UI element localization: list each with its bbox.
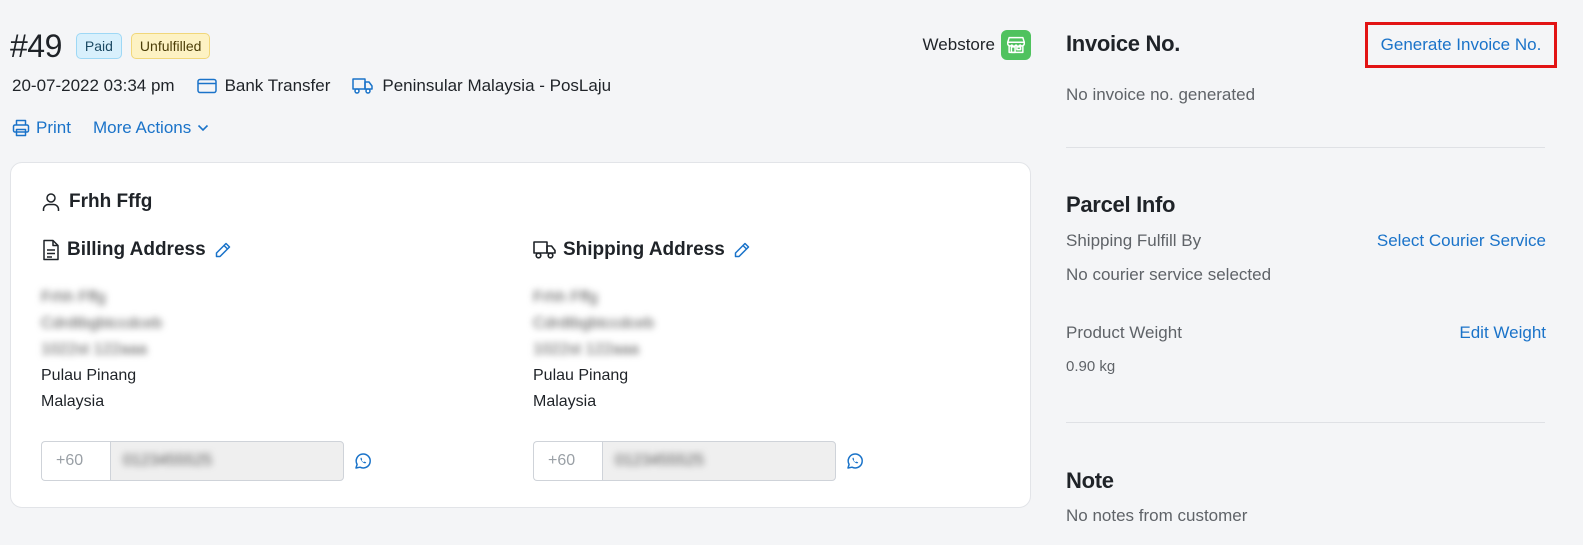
storefront-icon: [1001, 30, 1031, 60]
shipping-phone-code[interactable]: +60: [533, 441, 602, 481]
divider: [1066, 147, 1545, 148]
order-date: 20-07-2022 03:34 pm: [12, 76, 175, 96]
customer-name: Frhh Fffg: [69, 191, 153, 212]
product-weight-label: Product Weight: [1066, 323, 1182, 342]
shipping-country: Malaysia: [533, 393, 597, 410]
edit-billing-address-button[interactable]: [214, 241, 232, 259]
billing-city: Pulau Pinang: [41, 367, 137, 384]
truck-icon: [533, 241, 556, 259]
generate-invoice-highlight: Generate Invoice No.: [1365, 22, 1557, 68]
whatsapp-icon: [355, 453, 371, 469]
shipping-phone-number[interactable]: 0123455525: [602, 441, 836, 481]
shipping-address-title: Shipping Address: [563, 239, 725, 260]
credit-card-icon: [196, 78, 217, 94]
whatsapp-icon: [847, 453, 863, 469]
billing-address-lines: Frhh Fffg Cdrdtbgbtccdceb 1022st 122aaa …: [41, 285, 401, 415]
shipping-method: Peninsular Malaysia - PosLaju: [352, 76, 611, 96]
note-status: No notes from customer: [1066, 506, 1248, 525]
order-main: #49 Paid Unfulfilled Webstore 20-07-2022…: [10, 0, 1031, 545]
note-title: Note: [1066, 468, 1114, 493]
billing-line-2: Cdrdtbgbtccdceb: [41, 315, 162, 332]
shipping-phone-number-text: 0123455525: [615, 452, 704, 469]
print-button[interactable]: Print: [12, 118, 71, 138]
divider: [1066, 422, 1545, 423]
sales-channel-label: Webstore: [922, 35, 995, 54]
order-number: #49: [10, 27, 62, 64]
order-actions: Print More Actions: [12, 118, 231, 138]
select-courier-link[interactable]: Select Courier Service: [1377, 231, 1546, 251]
shipping-address: Shipping Address Frhh Fffg Cdrdtbgbtccdc…: [533, 239, 893, 415]
shipping-whatsapp-button[interactable]: [846, 452, 864, 470]
payment-status-badge: Paid: [75, 33, 122, 59]
billing-phone-number-text: 0123455525: [123, 452, 212, 469]
billing-phone-code[interactable]: +60: [41, 441, 110, 481]
courier-status: No courier service selected: [1066, 265, 1272, 284]
edit-shipping-address-button[interactable]: [733, 241, 751, 259]
payment-method-text: Bank Transfer: [224, 76, 331, 95]
chevron-down-icon: [198, 124, 209, 132]
payment-method: Bank Transfer: [196, 76, 331, 96]
invoice-title: Invoice No.: [1066, 31, 1181, 56]
shipping-address-header: Shipping Address: [533, 239, 893, 261]
shipping-fulfill-label: Shipping Fulfill By: [1066, 231, 1202, 250]
billing-phone: +60 0123455525: [41, 441, 372, 481]
parcel-info-title: Parcel Info: [1066, 192, 1176, 217]
shipping-phone: +60 0123455525: [533, 441, 864, 481]
order-date-text: 20-07-2022 03:34 pm: [12, 76, 175, 95]
shipping-line-2: Cdrdtbgbtccdceb: [533, 315, 654, 332]
shipping-line-3: 1022st 122aaa: [533, 341, 639, 358]
customer-card: Frhh Fffg Billing Address Frhh Fffg Cdrd…: [10, 162, 1031, 508]
edit-weight-link[interactable]: Edit Weight: [1459, 323, 1546, 343]
order-header: #49 Paid Unfulfilled: [10, 26, 219, 66]
billing-country: Malaysia: [41, 393, 105, 410]
billing-line-3: 1022st 122aaa: [41, 341, 147, 358]
billing-line-1: Frhh Fffg: [41, 289, 106, 306]
order-sidebar: Invoice No. Generate Invoice No. No invo…: [1066, 0, 1557, 545]
billing-whatsapp-button[interactable]: [354, 452, 372, 470]
billing-address-title: Billing Address: [67, 239, 206, 260]
print-label: Print: [36, 118, 71, 137]
billing-address-header: Billing Address: [41, 239, 401, 261]
document-icon: [43, 239, 59, 261]
billing-phone-number[interactable]: 0123455525: [110, 441, 344, 481]
generate-invoice-link[interactable]: Generate Invoice No.: [1381, 35, 1542, 55]
order-meta: 20-07-2022 03:34 pm Bank Transfer Penins…: [12, 76, 633, 96]
shipping-address-lines: Frhh Fffg Cdrdtbgbtccdceb 1022st 122aaa …: [533, 285, 893, 415]
product-weight-value: 0.90 kg: [1066, 358, 1116, 375]
truck-icon: [352, 78, 374, 94]
shipping-method-text: Peninsular Malaysia - PosLaju: [382, 76, 612, 95]
shipping-line-1: Frhh Fffg: [533, 289, 598, 306]
more-actions-dropdown[interactable]: More Actions: [93, 118, 209, 138]
more-actions-label: More Actions: [92, 118, 192, 137]
invoice-status: No invoice no. generated: [1066, 85, 1256, 104]
fulfillment-status-badge: Unfulfilled: [130, 33, 211, 59]
printer-icon: [12, 119, 30, 137]
shipping-city: Pulau Pinang: [533, 367, 629, 384]
billing-address: Billing Address Frhh Fffg Cdrdtbgbtccdce…: [41, 239, 401, 415]
sales-channel: Webstore: [923, 30, 1031, 60]
user-icon: [42, 193, 60, 211]
customer-name-row: Frhh Fffg: [41, 191, 152, 213]
